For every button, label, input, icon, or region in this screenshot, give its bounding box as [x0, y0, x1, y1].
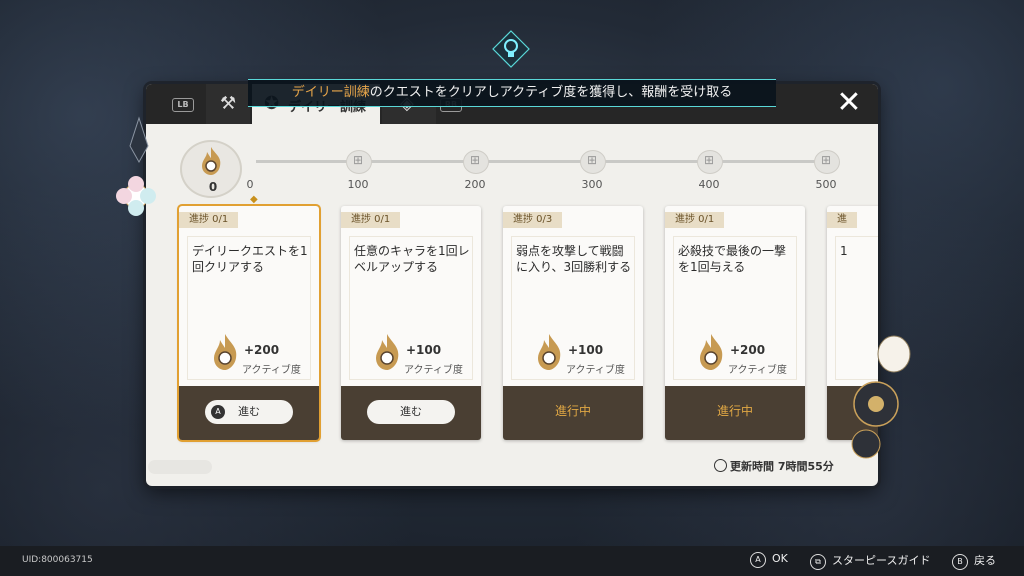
reward-label: アクティブ度: [242, 365, 301, 376]
quest-body: 必殺技で最後の一撃を1回与える +200 アクティブ度: [673, 236, 797, 380]
milestone-label: 400: [698, 178, 720, 191]
reward-label: アクティブ度: [728, 365, 787, 376]
gift-icon: ⊞: [587, 153, 598, 167]
quest-description: 弱点を攻撃して戦闘に入り、3回勝利する: [516, 244, 632, 274]
quest-body: デイリークエストを1回クリアする +200 アクティブ度: [187, 236, 311, 380]
bottom-bar: UID:800063715 A OK ⧉ スターピースガイド B 戻る: [0, 546, 1024, 576]
gift-node-500[interactable]: ⊞: [814, 150, 840, 174]
gift-node-300[interactable]: ⊞: [580, 150, 606, 174]
ok-label: OK: [772, 552, 788, 565]
activity-progress: 0 0 ⊞ 100 ⊞ 200 ⊞ 300 ⊞ 400 ⊞ 500: [176, 138, 848, 198]
activity-flame-icon: [700, 334, 723, 370]
tab-other[interactable]: ⚒: [206, 84, 250, 124]
reward-amount: +100: [406, 343, 442, 357]
lb-button-hint[interactable]: LB: [172, 98, 194, 112]
clock-icon: [714, 459, 727, 472]
ok-command[interactable]: A OK: [750, 552, 788, 568]
quest-description: 1: [840, 244, 848, 258]
gift-node-400[interactable]: ⊞: [697, 150, 723, 174]
a-button-icon: A: [211, 405, 225, 419]
quest-card[interactable]: 進捗 0/1 デイリークエストを1回クリアする +200 アクティブ度 A 進む: [177, 204, 321, 442]
reward-label: アクティブ度: [566, 365, 625, 376]
quest-progress-tag: 進捗 0/1: [179, 212, 239, 228]
instruction-banner: デイリー訓練のクエストをクリアしアクティブ度を獲得し、報酬を受け取る: [248, 79, 776, 107]
star-piece-guide-command[interactable]: ⧉ スターピースガイド: [810, 552, 930, 570]
quest-footer: 進む: [341, 386, 481, 440]
quest-description: デイリークエストを1回クリアする: [192, 244, 308, 274]
activity-flame-icon: [538, 334, 561, 370]
progress-track: [256, 160, 828, 163]
flame-icon: [202, 147, 221, 175]
gift-icon: ⊞: [704, 153, 715, 167]
quest-description: 任意のキャラを1回レベルアップする: [354, 244, 470, 274]
milestone-label: 0: [246, 178, 254, 191]
guide-label: スターピースガイド: [832, 554, 931, 567]
gift-node-200[interactable]: ⊞: [463, 150, 489, 174]
reward-amount: +200: [244, 343, 280, 357]
quest-progress-tag: 進: [827, 212, 857, 228]
go-button-label: 進む: [238, 405, 260, 418]
refresh-time: 更新時間 7時間55分: [730, 460, 834, 473]
go-button[interactable]: 進む: [367, 400, 455, 424]
quest-body: 任意のキャラを1回レベルアップする +100 アクティブ度: [349, 236, 473, 380]
quest-card[interactable]: 進捗 0/3 弱点を攻撃して戦闘に入り、3回勝利する +100 アクティブ度 進…: [503, 206, 643, 440]
a-button-icon: A: [750, 552, 766, 568]
go-button[interactable]: A 進む: [205, 400, 293, 424]
quest-progress-tag: 進捗 0/1: [665, 212, 725, 228]
back-label: 戻る: [974, 554, 996, 567]
in-progress-status: 進行中: [554, 404, 591, 418]
gift-icon: ⊞: [353, 153, 364, 167]
view-button-icon: ⧉: [810, 554, 826, 570]
quest-card[interactable]: 進捗 0/1 必殺技で最後の一撃を1回与える +200 アクティブ度 進行中: [665, 206, 805, 440]
uid-label: UID:800063715: [22, 555, 93, 565]
in-progress-status: 進行中: [716, 404, 753, 418]
go-button-label: 進む: [400, 405, 422, 418]
reward-label: アクティブ度: [404, 365, 463, 376]
quest-card[interactable]: 進捗 0/1 任意のキャラを1回レベルアップする +100 アクティブ度 進む: [341, 206, 481, 440]
ornament-left: [116, 116, 156, 216]
gift-icon: ⊞: [821, 153, 832, 167]
progress-marker-icon: ◆: [250, 194, 258, 205]
quest-progress-tag: 進捗 0/1: [341, 212, 401, 228]
reward-amount: +200: [730, 343, 766, 357]
lightbulb-icon: [492, 30, 530, 68]
reward-amount: +100: [568, 343, 604, 357]
activity-flame-icon: [376, 334, 399, 370]
gift-node-100[interactable]: ⊞: [346, 150, 372, 174]
milestone-label: 200: [464, 178, 486, 191]
milestone-label: 100: [347, 178, 369, 191]
quest-progress-tag: 進捗 0/3: [503, 212, 563, 228]
page-indicator: [148, 460, 212, 474]
hammer-icon: ⚒: [220, 93, 237, 114]
milestone-label: 300: [581, 178, 603, 191]
gift-icon: ⊞: [470, 153, 481, 167]
quest-footer: 進行中: [665, 386, 805, 440]
activity-flame-icon: [214, 334, 237, 370]
quest-description: 必殺技で最後の一撃を1回与える: [678, 244, 787, 274]
quest-body: 弱点を攻撃して戦闘に入り、3回勝利する +100 アクティブ度: [511, 236, 635, 380]
milestone-label: 500: [815, 178, 837, 191]
instruction-text: のクエストをクリアしアクティブ度を獲得し、報酬を受け取る: [369, 85, 733, 100]
back-command[interactable]: B 戻る: [952, 552, 996, 570]
instruction-highlight: デイリー訓練: [291, 85, 370, 100]
b-button-icon: B: [952, 554, 968, 570]
daily-training-panel: LB ⚒ ✪ デイリー訓練 ◈ RB 0 0 ⊞ 100 ⊞ 200 ⊞ 300…: [146, 84, 878, 486]
ornament-right: [851, 335, 911, 459]
quest-footer: 進行中: [503, 386, 643, 440]
close-icon[interactable]: ✕: [836, 88, 862, 118]
quest-footer: A 進む: [179, 386, 319, 440]
